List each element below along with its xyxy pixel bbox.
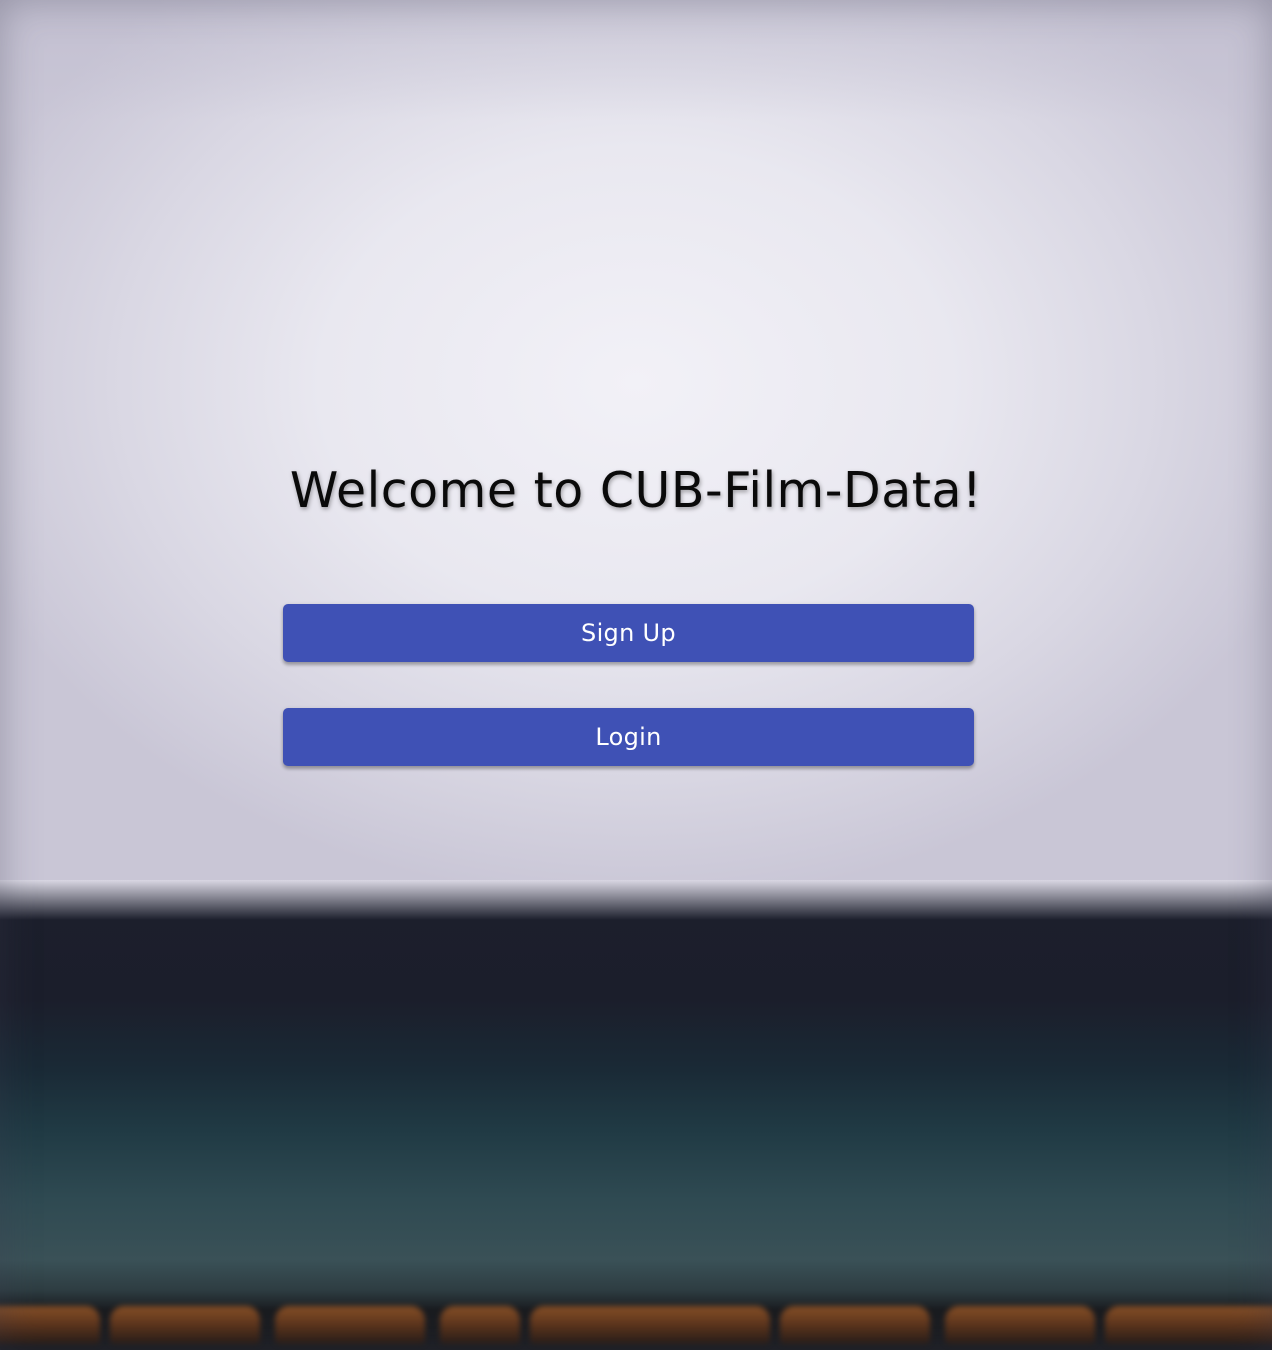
seat bbox=[110, 1306, 260, 1344]
seat-row bbox=[0, 1295, 1272, 1350]
login-button[interactable]: Login bbox=[283, 708, 974, 766]
cinema-seats-background bbox=[0, 900, 1272, 1350]
seat bbox=[275, 1306, 425, 1344]
seat bbox=[440, 1306, 520, 1344]
seat bbox=[0, 1306, 100, 1344]
page-title: Welcome to CUB-Film-Data! bbox=[289, 462, 983, 519]
background-transition bbox=[0, 880, 1272, 920]
cinema-screen-background bbox=[0, 0, 1272, 910]
seat bbox=[530, 1306, 770, 1344]
landing-page: Welcome to CUB-Film-Data! Sign Up Login bbox=[0, 0, 1272, 1350]
seat bbox=[945, 1306, 1095, 1344]
signup-button[interactable]: Sign Up bbox=[283, 604, 974, 662]
seat bbox=[1105, 1306, 1272, 1344]
seat bbox=[780, 1306, 930, 1344]
